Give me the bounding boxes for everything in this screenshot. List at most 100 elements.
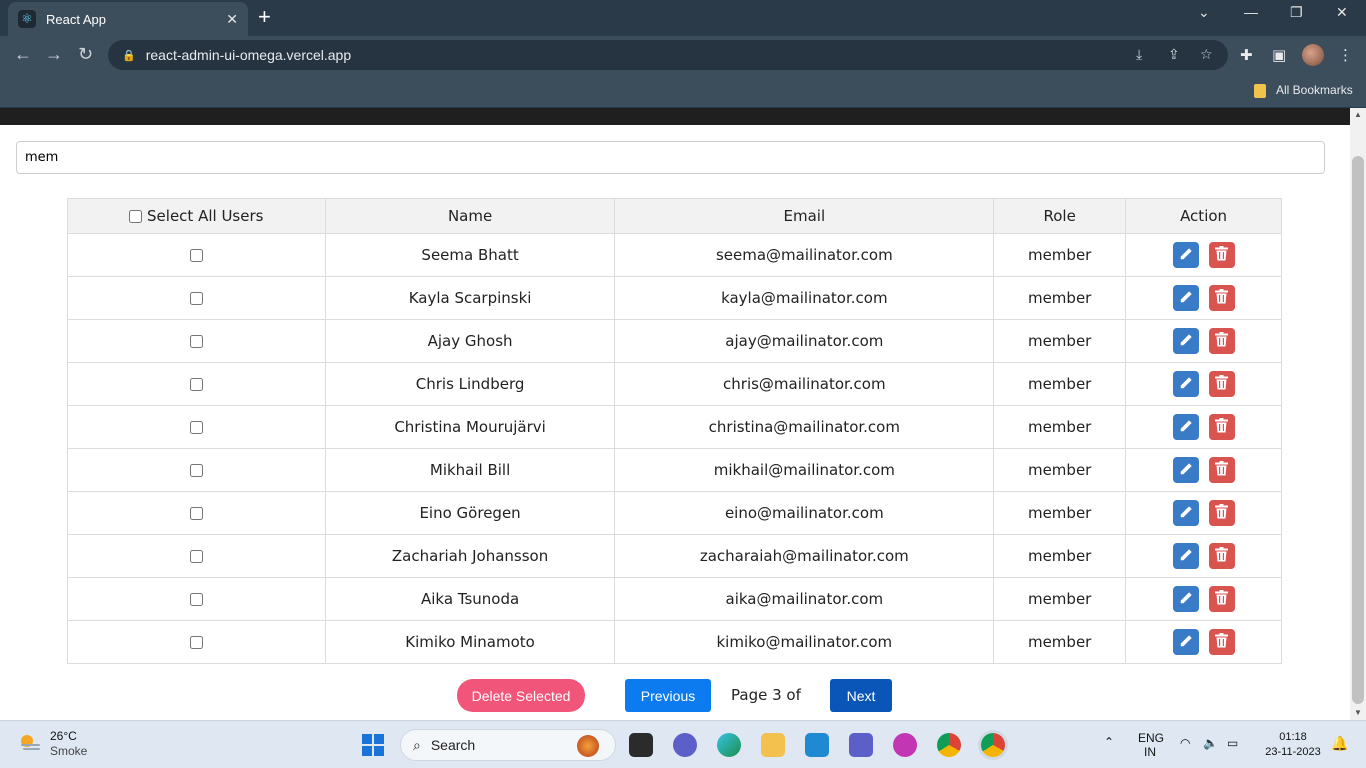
select-all-checkbox[interactable] xyxy=(129,210,143,223)
row-checkbox[interactable] xyxy=(189,249,203,262)
minimize-icon[interactable]: — xyxy=(1244,4,1258,20)
wps-icon[interactable] xyxy=(893,733,917,757)
bookmark-star-icon[interactable]: ☆ xyxy=(1200,46,1213,63)
edit-button[interactable] xyxy=(1172,543,1199,569)
url-text: react-admin-ui-omega.vercel.app xyxy=(145,47,352,63)
new-tab-icon[interactable]: + xyxy=(258,5,271,29)
user-email: kayla@mailinator.com xyxy=(614,276,995,320)
tab-close-icon[interactable]: ✕ xyxy=(226,11,238,28)
all-bookmarks-link[interactable]: All Bookmarks xyxy=(1276,83,1353,97)
row-checkbox[interactable] xyxy=(189,550,203,563)
edit-button[interactable] xyxy=(1172,242,1199,268)
next-page-button[interactable]: Next xyxy=(830,679,892,712)
delete-button[interactable] xyxy=(1208,629,1235,655)
scroll-up-icon[interactable]: ▲ xyxy=(1354,110,1362,119)
row-actions xyxy=(1125,319,1282,363)
battery-icon[interactable]: ▭ xyxy=(1227,736,1238,750)
delete-button[interactable] xyxy=(1208,586,1235,612)
pencil-icon xyxy=(1179,419,1193,436)
browser-menu-icon[interactable]: ⋮ xyxy=(1338,46,1353,64)
scrollbar-thumb[interactable] xyxy=(1352,156,1364,704)
pencil-icon xyxy=(1179,462,1193,479)
edge-icon[interactable] xyxy=(717,733,741,757)
system-clock[interactable]: 01:18 23-11-2023 xyxy=(1258,730,1328,760)
user-email: eino@mailinator.com xyxy=(614,491,995,535)
delete-selected-button[interactable]: Delete Selected xyxy=(457,679,585,712)
delete-button[interactable] xyxy=(1208,457,1235,483)
extensions-icon[interactable]: ✚ xyxy=(1240,46,1253,64)
edit-button[interactable] xyxy=(1172,629,1199,655)
task-view-icon[interactable] xyxy=(629,733,653,757)
edit-button[interactable] xyxy=(1172,285,1199,311)
table-row: Eino Göregen eino@mailinator.com member xyxy=(67,491,1282,535)
file-explorer-icon[interactable] xyxy=(761,733,785,757)
windows-start-icon[interactable] xyxy=(362,734,384,756)
teams-icon[interactable] xyxy=(849,733,873,757)
edit-button[interactable] xyxy=(1172,371,1199,397)
weather-widget[interactable]: 26°C Smoke xyxy=(50,729,87,759)
row-checkbox[interactable] xyxy=(189,507,203,520)
scroll-down-icon[interactable]: ▼ xyxy=(1354,708,1362,717)
edit-button[interactable] xyxy=(1172,457,1199,483)
pencil-icon xyxy=(1179,290,1193,307)
delete-button[interactable] xyxy=(1208,371,1235,397)
page-viewport: Select All Users Name Email Role Action … xyxy=(0,108,1350,720)
user-role: member xyxy=(993,620,1127,664)
share-icon[interactable]: ⇪ xyxy=(1168,46,1180,63)
previous-page-button[interactable]: Previous xyxy=(625,679,711,712)
volume-icon[interactable]: 🔈 xyxy=(1203,736,1218,750)
edit-button[interactable] xyxy=(1172,328,1199,354)
page-scrollbar[interactable]: ▲ ▼ xyxy=(1350,108,1366,720)
reload-icon[interactable]: ↻ xyxy=(78,44,93,64)
row-checkbox[interactable] xyxy=(189,378,203,391)
trash-icon xyxy=(1215,289,1229,307)
name-header: Name xyxy=(324,198,616,234)
temperature-text: 26°C xyxy=(50,729,77,743)
row-checkbox[interactable] xyxy=(189,292,203,305)
browser-tab[interactable]: ⚛ React App ✕ xyxy=(8,2,248,36)
tray-chevron-icon[interactable]: ⌃ xyxy=(1104,735,1114,749)
user-role: member xyxy=(993,448,1127,492)
delete-button[interactable] xyxy=(1208,242,1235,268)
address-bar[interactable]: 🔒 react-admin-ui-omega.vercel.app xyxy=(108,40,1228,70)
delete-button[interactable] xyxy=(1208,414,1235,440)
side-panel-icon[interactable]: ▣ xyxy=(1272,46,1286,64)
time-text: 01:18 xyxy=(1279,731,1307,743)
maximize-icon[interactable]: ❐ xyxy=(1290,4,1303,21)
row-checkbox[interactable] xyxy=(189,636,203,649)
meet-icon[interactable] xyxy=(673,733,697,757)
edit-button[interactable] xyxy=(1172,414,1199,440)
row-checkbox[interactable] xyxy=(189,335,203,348)
delete-button[interactable] xyxy=(1208,328,1235,354)
edit-button[interactable] xyxy=(1172,500,1199,526)
user-name: Eino Göregen xyxy=(324,491,616,535)
chrome-profile-icon[interactable] xyxy=(981,733,1005,757)
row-checkbox[interactable] xyxy=(189,421,203,434)
row-actions xyxy=(1125,534,1282,578)
header-strip xyxy=(0,108,1350,125)
edit-button[interactable] xyxy=(1172,586,1199,612)
taskbar-search[interactable]: ⌕ Search xyxy=(400,729,616,761)
lang-primary: ENG xyxy=(1138,731,1165,745)
notifications-bell-icon[interactable]: 🔔 xyxy=(1331,735,1348,752)
user-role: member xyxy=(993,405,1127,449)
user-role: member xyxy=(993,276,1127,320)
back-icon[interactable]: ← xyxy=(14,44,32,64)
row-checkbox[interactable] xyxy=(189,593,203,606)
table-row: Aika Tsunoda aika@mailinator.com member xyxy=(67,577,1282,621)
row-checkbox[interactable] xyxy=(189,464,203,477)
delete-button[interactable] xyxy=(1208,500,1235,526)
language-indicator[interactable]: ENG IN xyxy=(1138,731,1165,759)
vscode-icon[interactable] xyxy=(805,733,829,757)
delete-button[interactable] xyxy=(1208,285,1235,311)
row-select-cell xyxy=(67,620,326,664)
delete-button[interactable] xyxy=(1208,543,1235,569)
install-app-icon[interactable]: ⤓ xyxy=(1136,46,1142,63)
forward-icon[interactable]: → xyxy=(45,44,63,64)
wifi-icon[interactable]: ◠ xyxy=(1180,736,1190,750)
profile-avatar[interactable] xyxy=(1302,44,1324,66)
search-input[interactable] xyxy=(16,141,1325,174)
tab-search-chevron-icon[interactable]: ⌄ xyxy=(1198,4,1210,21)
chrome-icon[interactable] xyxy=(937,733,961,757)
window-close-icon[interactable]: ✕ xyxy=(1336,4,1348,21)
